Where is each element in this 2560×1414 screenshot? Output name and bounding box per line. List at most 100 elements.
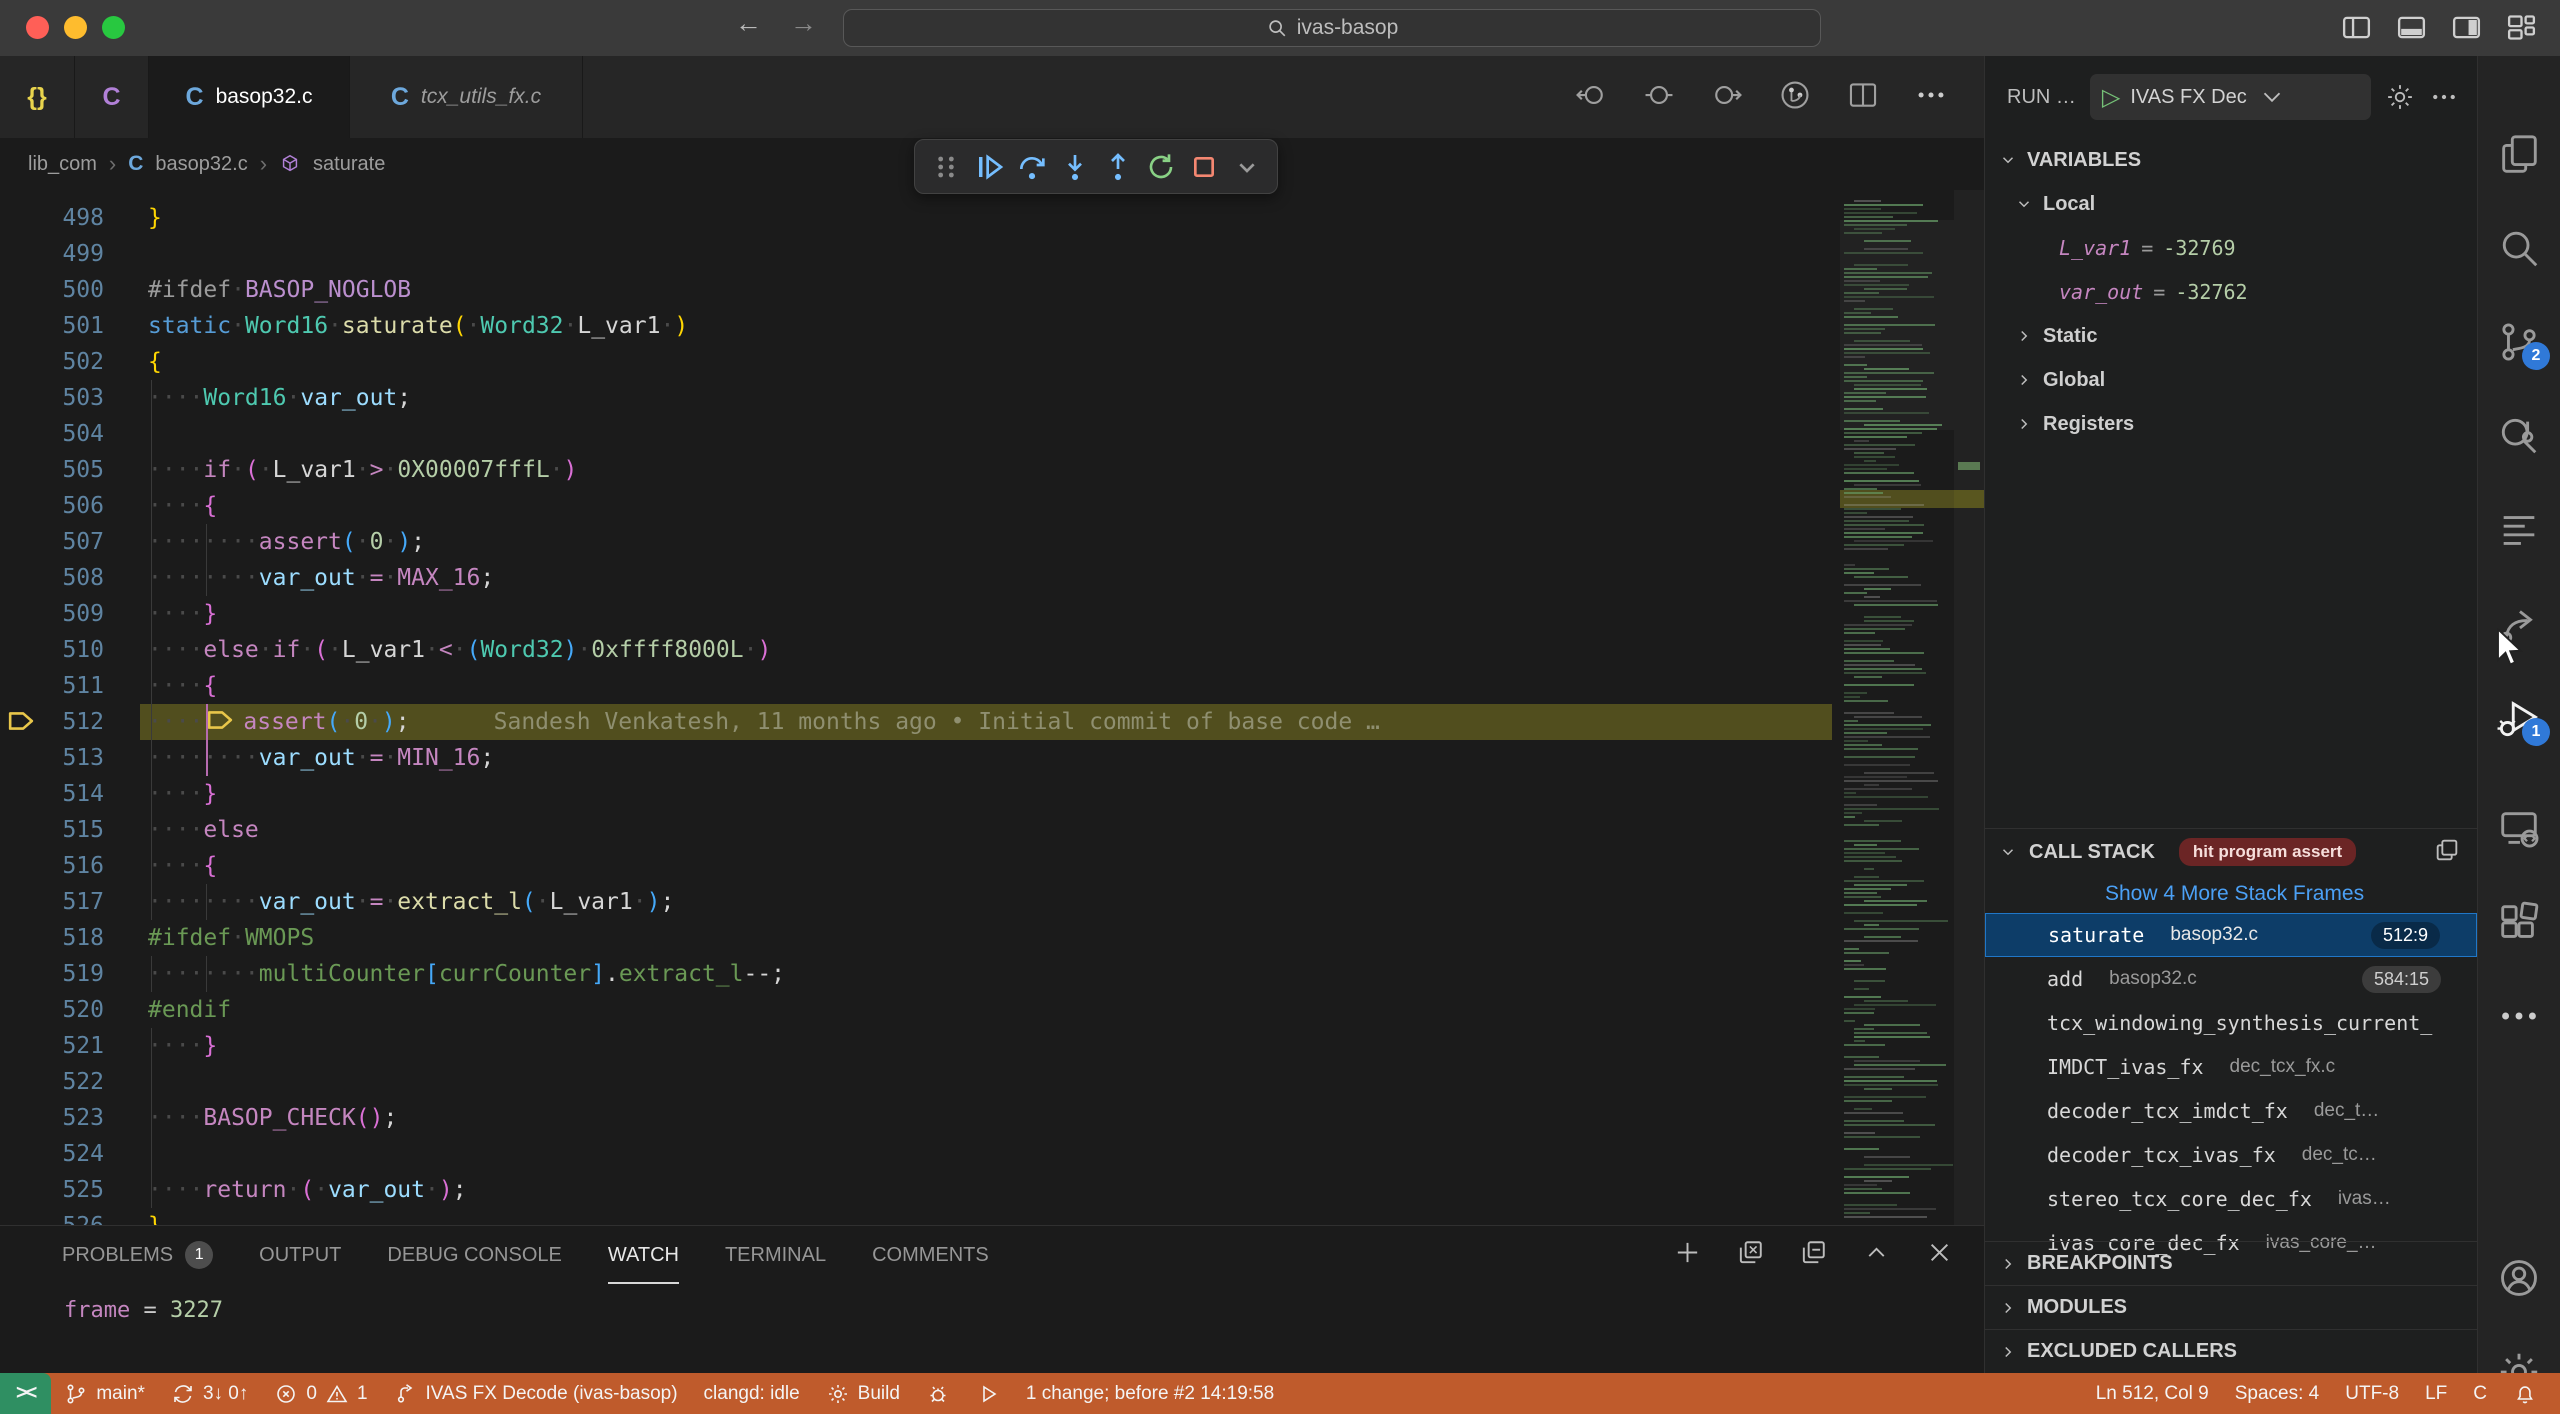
code-line-506[interactable]: 506····{	[0, 488, 1840, 524]
explorer-icon[interactable]	[2478, 118, 2560, 190]
variables-group-registers[interactable]: Registers	[1985, 402, 2477, 446]
debug-grip-icon[interactable]	[929, 145, 962, 189]
more-icon[interactable]	[2478, 980, 2560, 1052]
debug-stop-icon[interactable]	[1187, 145, 1220, 189]
code-line-512[interactable]: 512····assert(·0·);Sandesh Venkatesh, 11…	[0, 704, 1840, 740]
outline-list-icon[interactable]	[2478, 494, 2560, 566]
code-line-498[interactable]: 498}	[0, 200, 1840, 236]
variables-group-local[interactable]: Local	[1985, 182, 2477, 226]
breadcrumb-symbol[interactable]: saturate	[313, 153, 385, 176]
debug-chevron-down-icon[interactable]	[1230, 145, 1263, 189]
minimize-window-button[interactable]	[64, 16, 87, 39]
collapse-all-icon[interactable]	[1799, 1238, 1828, 1273]
notifications-bell[interactable]	[2500, 1373, 2550, 1414]
code-line-516[interactable]: 516····{	[0, 848, 1840, 884]
code-line-510[interactable]: 510····else·if·(·L_var1·<·(Word32)·0xfff…	[0, 632, 1840, 668]
change-tracker-status[interactable]: 1 change; before #2 14:19:58	[1013, 1373, 1287, 1414]
prev-change-icon[interactable]	[1574, 78, 1608, 117]
toggle-panel-icon[interactable]	[2395, 11, 2428, 49]
watch-expression-row[interactable]: frame = 3227	[0, 1284, 1984, 1323]
close-icon[interactable]	[1925, 1238, 1954, 1273]
customize-layout-icon[interactable]	[2505, 11, 2538, 49]
debug-session-status[interactable]: IVAS FX Decode (ivas-basop)	[381, 1373, 691, 1414]
gutter-frame-pointer-icon[interactable]	[6, 708, 36, 736]
code-line-523[interactable]: 523····BASOP_CHECK();	[0, 1100, 1840, 1136]
code-line-505[interactable]: 505····if·(·L_var1·>·0X00007fffL·)	[0, 452, 1840, 488]
code-line-524[interactable]: 524	[0, 1136, 1840, 1172]
stack-frame-row[interactable]: addbasop32.c584:15	[1985, 957, 2477, 1001]
code-line-518[interactable]: 518#ifdef·WMOPS	[0, 920, 1840, 956]
cursor-position[interactable]: Ln 512, Col 9	[2083, 1373, 2222, 1414]
add-icon[interactable]	[1673, 1238, 1702, 1273]
tab-basop32.c[interactable]: Cbasop32.c	[149, 56, 350, 138]
stack-frame-row[interactable]: stereo_tcx_core_dec_fxivas…	[1985, 1177, 2477, 1221]
panel-tab-debug-console[interactable]: DEBUG CONSOLE	[387, 1226, 561, 1284]
sync-status[interactable]: 3↓ 0↑	[158, 1373, 261, 1414]
language-mode[interactable]: C	[2460, 1373, 2500, 1414]
next-change-icon[interactable]	[1710, 78, 1744, 117]
section-breakpoints[interactable]: BREAKPOINTS	[1985, 1241, 2477, 1285]
editor-scrollbar[interactable]	[1954, 190, 1984, 1225]
variables-header[interactable]: VARIABLES	[1985, 138, 2477, 182]
code-line-525[interactable]: 525····return·(·var_out·);	[0, 1172, 1840, 1208]
remote-explorer-icon[interactable]	[2478, 792, 2560, 864]
stack-frame-row[interactable]: tcx_windowing_synthesis_current_	[1985, 1001, 2477, 1045]
command-center-search[interactable]: ivas-basop	[843, 9, 1821, 47]
section-modules[interactable]: MODULES	[1985, 1285, 2477, 1329]
zoom-window-button[interactable]	[102, 16, 125, 39]
close-window-button[interactable]	[26, 16, 49, 39]
code-line-504[interactable]: 504	[0, 416, 1840, 452]
code-line-517[interactable]: 517········var_out·=·extract_l(·L_var1·)…	[0, 884, 1840, 920]
code-line-521[interactable]: 521····}	[0, 1028, 1840, 1064]
code-line-522[interactable]: 522	[0, 1064, 1840, 1100]
build-status[interactable]: Build	[813, 1373, 913, 1414]
code-line-520[interactable]: 520#endif	[0, 992, 1840, 1028]
debug-step-out-icon[interactable]	[1101, 145, 1134, 189]
indentation-status[interactable]: Spaces: 4	[2222, 1373, 2333, 1414]
toggle-sidebar-right-icon[interactable]	[2450, 11, 2483, 49]
eol-status[interactable]: LF	[2412, 1373, 2460, 1414]
debug-step-over-icon[interactable]	[1015, 145, 1048, 189]
code-line-509[interactable]: 509····}	[0, 596, 1840, 632]
branch-status[interactable]: main*	[51, 1373, 158, 1414]
close-all-icon[interactable]	[1736, 1238, 1765, 1273]
debug-continue-icon[interactable]	[972, 145, 1005, 189]
code-line-511[interactable]: 511····{	[0, 668, 1840, 704]
gear-icon[interactable]	[2385, 82, 2415, 112]
debug-step-into-icon[interactable]	[1058, 145, 1091, 189]
stack-frame-row[interactable]: decoder_tcx_imdct_fxdec_t…	[1985, 1089, 2477, 1133]
code-line-501[interactable]: 501static·Word16·saturate(·Word32·L_var1…	[0, 308, 1840, 344]
code-line-508[interactable]: 508········var_out·=·MAX_16;	[0, 560, 1840, 596]
encoding-status[interactable]: UTF-8	[2332, 1373, 2412, 1414]
history-forward-icon[interactable]: →	[790, 8, 817, 39]
tab-pinned-1[interactable]: C	[75, 56, 149, 138]
history-back-icon[interactable]: ←	[735, 8, 762, 39]
scm-circle-icon[interactable]	[1778, 78, 1812, 117]
breadcrumb-folder[interactable]: lib_com	[28, 153, 97, 176]
variable-row[interactable]: L_var1 = -32769	[1985, 226, 2477, 270]
code-line-515[interactable]: 515····else	[0, 812, 1840, 848]
copy-callstack-icon[interactable]	[2433, 836, 2461, 869]
panel-tab-problems[interactable]: PROBLEMS1	[62, 1226, 213, 1284]
search-icon[interactable]	[2478, 212, 2560, 284]
variable-row[interactable]: var_out = -32762	[1985, 270, 2477, 314]
chevron-up-icon[interactable]	[1862, 1238, 1891, 1273]
tab-pinned-0[interactable]: {}	[0, 56, 75, 138]
cmake-debug-icon[interactable]	[913, 1373, 963, 1414]
code-line-500[interactable]: 500#ifdef·BASOP_NOGLOB	[0, 272, 1840, 308]
panel-tab-comments[interactable]: COMMENTS	[872, 1226, 989, 1284]
code-line-507[interactable]: 507········assert(·0·);	[0, 524, 1840, 560]
code-line-514[interactable]: 514····}	[0, 776, 1840, 812]
chevron-down-icon[interactable]	[1999, 843, 2017, 861]
debug-icon[interactable]: 1	[2478, 682, 2560, 754]
more-icon[interactable]	[1914, 78, 1948, 117]
stack-frame-row[interactable]: decoder_tcx_ivas_fxdec_tc…	[1985, 1133, 2477, 1177]
toggle-sidebar-left-icon[interactable]	[2340, 11, 2373, 49]
source-control-icon[interactable]: 2	[2478, 306, 2560, 378]
code-line-526[interactable]: 526}	[0, 1208, 1840, 1225]
change-icon[interactable]	[1642, 78, 1676, 117]
variables-group-static[interactable]: Static	[1985, 314, 2477, 358]
code-editor[interactable]: 497#endif498}499500#ifdef·BASOP_NOGLOB50…	[0, 190, 1984, 1225]
stack-frame-row[interactable]: saturatebasop32.c512:9	[1985, 913, 2477, 957]
panel-tab-output[interactable]: OUTPUT	[259, 1226, 341, 1284]
